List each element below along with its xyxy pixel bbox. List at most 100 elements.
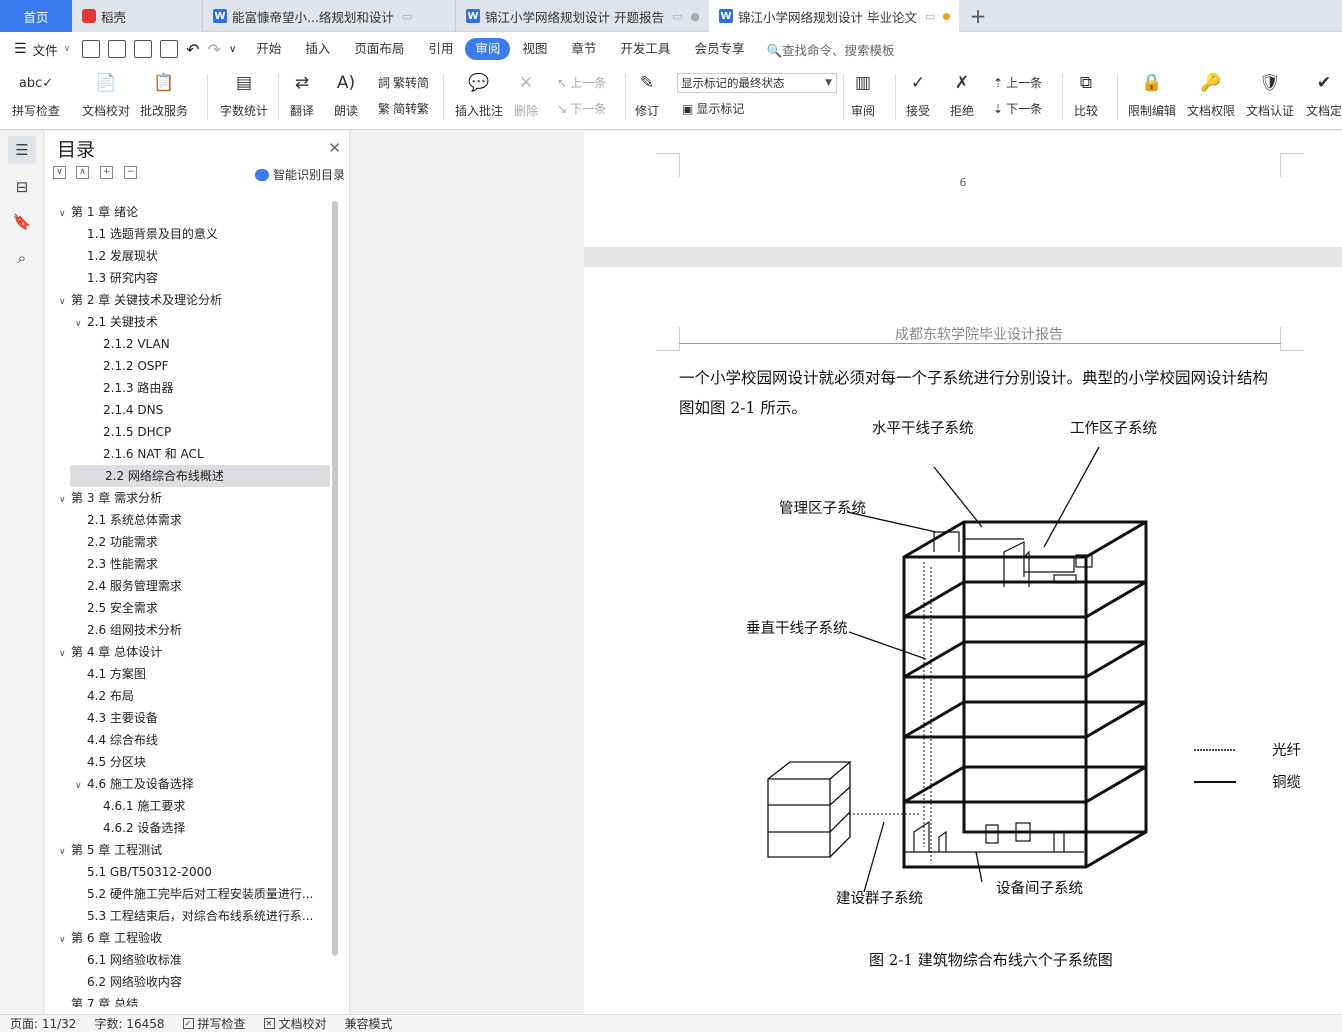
- prev-comment-button[interactable]: ↖ 上一条: [557, 74, 606, 91]
- toc-item[interactable]: 4.1 方案图: [45, 663, 335, 685]
- show-markup-button[interactable]: ▣ 显示标记: [682, 100, 744, 117]
- toc-item[interactable]: 2.4 服务管理需求: [45, 575, 335, 597]
- toc-item[interactable]: 第 7 章 总结: [45, 993, 335, 1007]
- menu-review[interactable]: 审阅: [465, 38, 511, 60]
- batch-service-button[interactable]: 📋 批改服务: [140, 70, 188, 119]
- doc-auth-button[interactable]: 🛡 文档认证: [1246, 70, 1294, 119]
- trad-to-simp-button[interactable]: 詞繁转简: [378, 74, 429, 91]
- menu-member[interactable]: 会员专享: [682, 38, 756, 60]
- next-comment-button[interactable]: ↘ 下一条: [557, 100, 606, 117]
- toc-item[interactable]: 2.3 性能需求: [45, 553, 335, 575]
- chevron-down-icon[interactable]: ∨: [59, 489, 71, 509]
- command-search[interactable]: 🔍查找命令、搜索模板: [766, 40, 894, 59]
- print-icon[interactable]: [134, 40, 153, 58]
- read-aloud-button[interactable]: A) 朗读: [333, 70, 359, 119]
- tab-daoke[interactable]: 稻壳: [72, 0, 202, 32]
- toc-item[interactable]: 5.1 GB/T50312-2000: [45, 861, 335, 883]
- chevron-down-icon[interactable]: ∨: [75, 313, 87, 333]
- chevron-down-icon[interactable]: ∨: [59, 291, 71, 311]
- page-indicator[interactable]: 页面: 11/32: [10, 1015, 76, 1032]
- toc-item[interactable]: 4.3 主要设备: [45, 707, 335, 729]
- toc-item[interactable]: 4.6.1 施工要求: [45, 795, 335, 817]
- toc-item[interactable]: ∨ 第 1 章 绪论: [45, 201, 335, 223]
- delete-comment-button[interactable]: ✕ 删除: [513, 70, 539, 119]
- toc-item[interactable]: ∨ 2.1 关键技术: [45, 311, 335, 333]
- toc-item[interactable]: 2.1.5 DHCP: [45, 421, 335, 443]
- toc-item[interactable]: 2.2 网络综合布线概述: [70, 465, 330, 487]
- toc-item[interactable]: 2.5 安全需求: [45, 597, 335, 619]
- accept-button[interactable]: ✓ 接受: [905, 70, 931, 119]
- chevron-down-icon[interactable]: ∨: [75, 775, 87, 795]
- find-icon[interactable]: ⌕: [11, 247, 33, 269]
- toc-item[interactable]: 2.1.2 OSPF: [45, 355, 335, 377]
- close-icon[interactable]: ✕: [328, 139, 341, 157]
- word-count-indicator[interactable]: 字数: 16458: [94, 1015, 164, 1032]
- redo-icon[interactable]: ↷: [208, 40, 221, 59]
- doc-final-button[interactable]: ✔ 文档定: [1306, 70, 1342, 119]
- tab-minimize-icon[interactable]: ▭: [672, 10, 682, 23]
- tab-doc-1[interactable]: W 能富慷帝望小...络规划和设计 ▭: [202, 0, 452, 32]
- prev-change-button[interactable]: ⇡ 上一条: [993, 74, 1042, 91]
- tab-doc-2[interactable]: W 锦江小学网络规划设计 开题报告 ▭ ●: [455, 0, 708, 32]
- word-count-button[interactable]: ▤ 字数统计: [220, 70, 268, 119]
- tab-minimize-icon[interactable]: ▭: [402, 10, 412, 23]
- menu-insert[interactable]: 插入: [293, 38, 342, 60]
- track-changes-button[interactable]: ✎ 修订: [634, 70, 660, 119]
- doc-permission-button[interactable]: 🔑 文档权限: [1187, 70, 1235, 119]
- chevron-down-icon[interactable]: ∨: [59, 841, 71, 861]
- toc-item[interactable]: 1.2 发展现状: [45, 245, 335, 267]
- compare-button[interactable]: ⧉ 比较: [1073, 70, 1099, 119]
- print-preview-icon[interactable]: [160, 40, 179, 58]
- toc-item[interactable]: 4.2 布局: [45, 685, 335, 707]
- toc-item[interactable]: 6.1 网络验收标准: [45, 949, 335, 971]
- review-pane-button[interactable]: ▥ 审阅: [850, 70, 876, 119]
- toc-item[interactable]: ∨ 4.6 施工及设备选择: [45, 773, 335, 795]
- toc-item[interactable]: 2.2 功能需求: [45, 531, 335, 553]
- cabling-subsystems-figure[interactable]: 水平干线子系统 工作区子系统 管理区子系统 垂直干线子系统 建设群子系统 设备间…: [724, 421, 1324, 947]
- toc-item[interactable]: 2.1.3 路由器: [45, 377, 335, 399]
- new-tab-button[interactable]: +: [966, 4, 990, 28]
- tab-home[interactable]: 首页: [0, 0, 72, 32]
- tab-close-icon[interactable]: ●: [690, 10, 700, 23]
- toc-scrollbar-thumb[interactable]: [332, 201, 338, 956]
- chapter-nav-icon[interactable]: ⊟: [11, 176, 33, 198]
- menu-reference[interactable]: 引用: [416, 38, 465, 60]
- markup-state-dropdown[interactable]: 显示标记的最终状态 ▼: [677, 73, 837, 93]
- toc-item[interactable]: 1.1 选题背景及目的意义: [45, 223, 335, 245]
- menu-chapter[interactable]: 章节: [559, 38, 608, 60]
- menu-view[interactable]: 视图: [510, 38, 559, 60]
- toc-item[interactable]: ∨ 第 2 章 关键技术及理论分析: [45, 289, 335, 311]
- toc-item[interactable]: 6.2 网络验收内容: [45, 971, 335, 993]
- menu-developer[interactable]: 开发工具: [608, 38, 682, 60]
- status-proof[interactable]: ✕ 文档校对: [263, 1015, 327, 1032]
- doc-proof-button[interactable]: 📄 文档校对: [82, 70, 130, 119]
- toc-item[interactable]: 4.4 综合布线: [45, 729, 335, 751]
- restrict-edit-button[interactable]: 🔒 限制编辑: [1128, 70, 1176, 119]
- export-pdf-icon[interactable]: [108, 40, 127, 58]
- simp-to-trad-button[interactable]: 繁简转繁: [378, 100, 429, 117]
- file-menu-button[interactable]: ☰ 文件 ∨: [0, 40, 78, 59]
- chevron-down-icon[interactable]: ∨: [59, 203, 71, 223]
- body-paragraph[interactable]: 一个小学校园网设计就必须对每一个子系统进行分别设计。典型的小学校园网设计结构 图…: [679, 363, 1289, 423]
- status-spellcheck[interactable]: ✓ 拼写检查: [182, 1015, 246, 1032]
- toc-item[interactable]: 5.3 工程结束后，对综合布线系统进行系...: [45, 905, 335, 927]
- insert-comment-button[interactable]: 💬 插入批注: [455, 70, 503, 119]
- toc-item[interactable]: 2.1 系统总体需求: [45, 509, 335, 531]
- tab-minimize-icon[interactable]: ▭: [925, 10, 935, 23]
- tab-doc-3-active[interactable]: W 锦江小学网络规划设计 毕业论文 ▭: [709, 0, 959, 32]
- expand-all-icon[interactable]: ∧: [76, 166, 89, 179]
- toc-item[interactable]: ∨ 第 5 章 工程测试: [45, 839, 335, 861]
- translate-button[interactable]: ⇄ 翻译: [289, 70, 315, 119]
- smart-toc-button[interactable]: 智能识别目录: [254, 166, 345, 183]
- menu-start[interactable]: 开始: [244, 38, 293, 60]
- toc-item[interactable]: ∨ 第 4 章 总体设计: [45, 641, 335, 663]
- toc-item[interactable]: 2.1.2 VLAN: [45, 333, 335, 355]
- toc-item[interactable]: 2.1.4 DNS: [45, 399, 335, 421]
- toc-item[interactable]: 2.1.6 NAT 和 ACL: [45, 443, 335, 465]
- chevron-down-icon[interactable]: ∨: [59, 929, 71, 949]
- chevron-down-icon[interactable]: ∨: [59, 643, 71, 663]
- undo-icon[interactable]: ↶: [186, 40, 199, 59]
- next-change-button[interactable]: ⇣ 下一条: [993, 100, 1042, 117]
- quick-access-more-icon[interactable]: ∨: [229, 44, 236, 55]
- bookmark-icon[interactable]: 🔖: [11, 211, 33, 233]
